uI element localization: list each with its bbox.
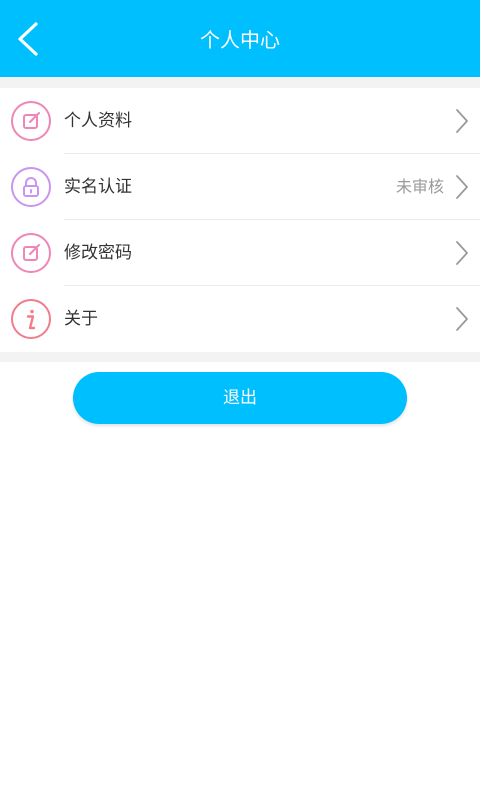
logout-button[interactable]: 退出	[73, 372, 407, 424]
section-spacer-bottom	[0, 352, 480, 362]
verification-status: 未审核	[395, 177, 444, 196]
menu-item-change-password[interactable]: 修改密码	[0, 220, 480, 286]
chevron-right-icon	[456, 307, 468, 331]
header-bar: 个人中心	[0, 0, 480, 77]
chevron-right-icon	[456, 175, 468, 199]
chevron-right-icon	[456, 241, 468, 265]
menu-item-label: 修改密码	[64, 243, 132, 263]
menu-item-label: 关于	[64, 309, 98, 329]
menu-item-label: 个人资料	[64, 111, 132, 131]
edit-icon	[11, 101, 51, 141]
lock-icon	[11, 167, 51, 207]
edit-icon	[11, 233, 51, 273]
section-spacer-top	[0, 77, 480, 88]
menu-item-label: 实名认证	[64, 177, 132, 197]
menu-item-verification[interactable]: 实名认证 未审核	[0, 154, 480, 220]
page-title: 个人中心	[200, 28, 280, 52]
info-icon	[11, 299, 51, 339]
menu-item-profile[interactable]: 个人资料	[0, 88, 480, 154]
chevron-right-icon	[456, 109, 468, 133]
menu-item-about[interactable]: 关于	[0, 286, 480, 352]
settings-menu: 个人资料 实名认证 未审核 修改密码 关于	[0, 88, 480, 352]
